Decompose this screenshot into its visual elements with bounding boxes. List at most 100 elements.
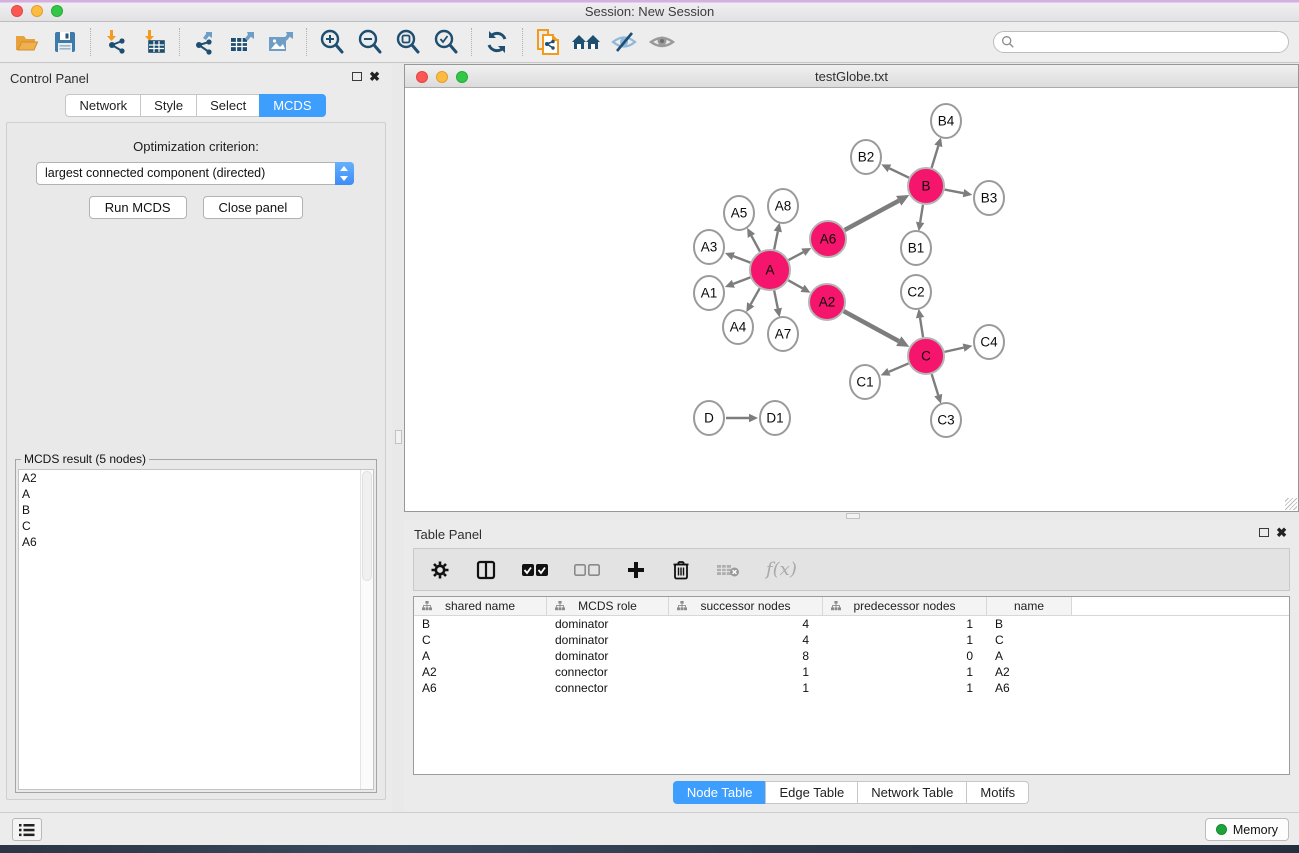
open-file-button[interactable] bbox=[8, 26, 46, 58]
table-cell[interactable]: dominator bbox=[547, 616, 669, 632]
search-input[interactable] bbox=[1020, 35, 1270, 49]
export-table-button[interactable] bbox=[224, 26, 262, 58]
mcds-result-item[interactable]: C bbox=[19, 518, 373, 534]
home-layout-button[interactable] bbox=[567, 26, 605, 58]
delete-column-button[interactable] bbox=[672, 559, 690, 580]
table-cell[interactable]: 1 bbox=[823, 680, 987, 696]
graph-edge-B-B2[interactable] bbox=[889, 168, 908, 177]
column-header-name[interactable]: name bbox=[987, 597, 1072, 615]
save-session-button[interactable] bbox=[46, 26, 84, 58]
graph-edge-A2-C[interactable] bbox=[844, 311, 899, 341]
table-cell[interactable]: 1 bbox=[823, 664, 987, 680]
mcds-result-item[interactable]: B bbox=[19, 502, 373, 518]
graph-edge-A-A8[interactable] bbox=[774, 231, 778, 249]
zoom-in-button[interactable] bbox=[313, 26, 351, 58]
table-cell[interactable]: A2 bbox=[987, 664, 1072, 680]
table-cell[interactable]: 8 bbox=[669, 648, 823, 664]
vertical-split-handle[interactable] bbox=[395, 430, 402, 444]
node-table[interactable]: shared nameMCDS rolesuccessor nodesprede… bbox=[413, 596, 1290, 775]
column-header-MCDS-role[interactable]: MCDS role bbox=[547, 597, 669, 615]
table-cell[interactable]: C bbox=[987, 632, 1072, 648]
search-field[interactable] bbox=[993, 31, 1289, 53]
refresh-button[interactable] bbox=[478, 26, 516, 58]
table-cell[interactable]: A2 bbox=[414, 664, 547, 680]
table-cell[interactable]: C bbox=[414, 632, 547, 648]
graph-edge-A6-B[interactable] bbox=[845, 201, 899, 230]
table-cell[interactable]: A bbox=[987, 648, 1072, 664]
mcds-result-list[interactable]: A2ABCA6 bbox=[18, 469, 374, 790]
graph-edge-C-C4[interactable] bbox=[945, 348, 964, 352]
tab-edge-table[interactable]: Edge Table bbox=[765, 781, 858, 804]
graph-edge-A-A2[interactable] bbox=[788, 280, 802, 288]
tab-node-table[interactable]: Node Table bbox=[673, 781, 767, 804]
tab-motifs[interactable]: Motifs bbox=[966, 781, 1029, 804]
float-panel-icon[interactable] bbox=[1259, 528, 1269, 537]
delete-table-button[interactable] bbox=[716, 562, 740, 578]
graph-edge-B-B3[interactable] bbox=[945, 190, 964, 194]
tab-network[interactable]: Network bbox=[65, 94, 141, 117]
table-cell[interactable]: 1 bbox=[669, 664, 823, 680]
column-header-predecessor-nodes[interactable]: predecessor nodes bbox=[823, 597, 987, 615]
table-row[interactable]: Adominator80A bbox=[414, 648, 1289, 664]
hide-vizmapper-button[interactable] bbox=[605, 26, 643, 58]
unselect-all-columns-button[interactable] bbox=[574, 563, 600, 577]
run-mcds-button[interactable]: Run MCDS bbox=[89, 196, 187, 219]
graph-edge-A-A7[interactable] bbox=[774, 291, 778, 309]
graph-edge-C-C3[interactable] bbox=[932, 374, 939, 395]
settings-gear-button[interactable] bbox=[430, 560, 450, 580]
graph-edge-C-C2[interactable] bbox=[920, 318, 923, 338]
table-cell[interactable]: 1 bbox=[823, 632, 987, 648]
table-row[interactable]: Cdominator41C bbox=[414, 632, 1289, 648]
float-panel-icon[interactable] bbox=[352, 72, 362, 81]
mcds-result-item[interactable]: A bbox=[19, 486, 373, 502]
import-network-button[interactable] bbox=[97, 26, 135, 58]
show-panels-list-button[interactable] bbox=[12, 818, 42, 841]
table-cell[interactable]: 1 bbox=[669, 680, 823, 696]
memory-button[interactable]: Memory bbox=[1205, 818, 1289, 841]
graph-edge-C-C1[interactable] bbox=[889, 363, 909, 371]
tab-mcds[interactable]: MCDS bbox=[259, 94, 325, 117]
tab-network-table[interactable]: Network Table bbox=[857, 781, 967, 804]
horizontal-split-handle[interactable] bbox=[846, 513, 860, 519]
table-row[interactable]: A6connector11A6 bbox=[414, 680, 1289, 696]
add-column-button[interactable] bbox=[626, 560, 646, 580]
zoom-selected-button[interactable] bbox=[427, 26, 465, 58]
tab-style[interactable]: Style bbox=[140, 94, 197, 117]
table-cell[interactable]: dominator bbox=[547, 632, 669, 648]
zoom-fit-button[interactable] bbox=[389, 26, 427, 58]
select-all-columns-button[interactable] bbox=[522, 563, 548, 577]
network-window-titlebar[interactable]: testGlobe.txt bbox=[405, 65, 1298, 88]
table-cell[interactable]: 4 bbox=[669, 632, 823, 648]
graph-edge-A-A4[interactable] bbox=[751, 288, 760, 304]
column-header-shared-name[interactable]: shared name bbox=[414, 597, 547, 615]
graph-edge-A-A1[interactable] bbox=[733, 277, 750, 283]
zoom-out-button[interactable] bbox=[351, 26, 389, 58]
graph-edge-B-B4[interactable] bbox=[932, 146, 939, 168]
table-cell[interactable]: 0 bbox=[823, 648, 987, 664]
table-cell[interactable]: 1 bbox=[823, 616, 987, 632]
table-cell[interactable]: A6 bbox=[987, 680, 1072, 696]
close-panel-button[interactable]: Close panel bbox=[203, 196, 304, 219]
table-row[interactable]: Bdominator41B bbox=[414, 616, 1289, 632]
graph-edge-A-A3[interactable] bbox=[733, 256, 750, 262]
graph-edge-A-A5[interactable] bbox=[751, 236, 760, 252]
table-cell[interactable]: B bbox=[987, 616, 1072, 632]
table-cell[interactable]: A6 bbox=[414, 680, 547, 696]
mcds-result-item[interactable]: A6 bbox=[19, 534, 373, 550]
table-cell[interactable]: dominator bbox=[547, 648, 669, 664]
export-image-button[interactable] bbox=[262, 26, 300, 58]
clone-network-button[interactable] bbox=[529, 26, 567, 58]
close-panel-icon[interactable]: ✖ bbox=[369, 69, 380, 85]
graph-edge-A-A6[interactable] bbox=[789, 252, 804, 260]
import-table-button[interactable] bbox=[135, 26, 173, 58]
function-builder-button[interactable]: f(x) bbox=[766, 559, 797, 580]
column-header-successor-nodes[interactable]: successor nodes bbox=[669, 597, 823, 615]
table-cell[interactable]: B bbox=[414, 616, 547, 632]
export-network-button[interactable] bbox=[186, 26, 224, 58]
table-cell[interactable]: A bbox=[414, 648, 547, 664]
table-row[interactable]: A2connector11A2 bbox=[414, 664, 1289, 680]
mcds-scrollbar[interactable] bbox=[360, 470, 373, 789]
table-cell[interactable]: connector bbox=[547, 680, 669, 696]
resize-grip-icon[interactable] bbox=[1285, 498, 1297, 510]
graph-edge-B-B1[interactable] bbox=[920, 205, 923, 223]
